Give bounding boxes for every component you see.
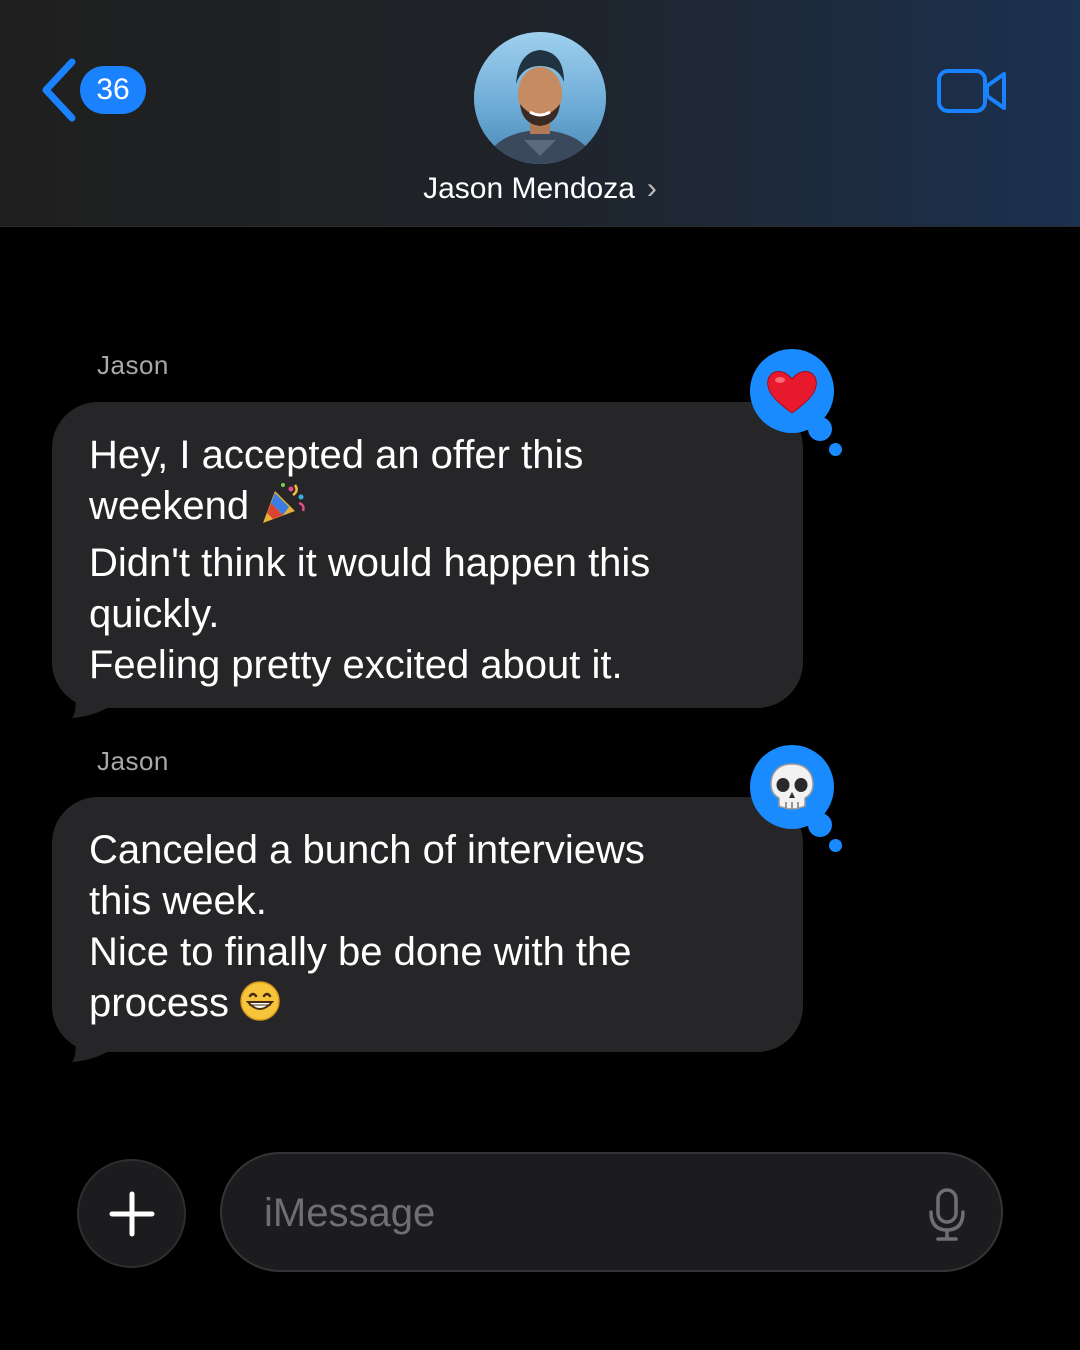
reaction-bubble — [750, 349, 834, 433]
add-attachment-button[interactable] — [77, 1159, 186, 1268]
reaction-tail-dot — [829, 839, 842, 852]
video-camera-icon — [937, 69, 1006, 113]
message-text-line: Nice to finally be done with the — [89, 930, 632, 974]
message-text-line: this week. — [89, 879, 267, 923]
sender-label: Jason — [97, 350, 169, 380]
contact-name-button[interactable]: Jason Mendoza › — [0, 172, 1080, 206]
heart-icon — [767, 371, 817, 414]
plus-icon — [109, 1191, 154, 1236]
sender-label: Jason — [97, 746, 169, 776]
skull-icon — [770, 763, 814, 810]
tapback-reaction-skull[interactable] — [750, 745, 842, 855]
message-composer[interactable] — [220, 1152, 1003, 1272]
tapback-reaction-heart[interactable] — [750, 349, 842, 459]
message-text-line: Canceled a bunch of interviews — [89, 828, 645, 872]
message-input[interactable] — [264, 1182, 884, 1244]
message-bubble[interactable]: Hey, I accepted an offer this weekend Di… — [52, 402, 803, 708]
chevron-right-icon: › — [646, 172, 657, 205]
reaction-tail-dot — [829, 443, 842, 456]
microphone-icon[interactable] — [927, 1188, 967, 1242]
back-button[interactable]: 36 — [38, 58, 158, 122]
message-text-line: Didn't think it would happen this — [89, 541, 651, 585]
message-text-line: weekend — [89, 484, 250, 528]
message-text-line: Feeling pretty excited about it. — [89, 643, 623, 687]
messages-screen: 36 Jason Mendoza › Jason Hey, I accepted… — [0, 0, 1080, 1350]
party-popper-icon — [259, 481, 307, 538]
reaction-bubble — [750, 745, 834, 829]
avatar-photo — [474, 32, 606, 164]
message-text-line: process — [89, 981, 230, 1025]
facetime-video-button[interactable] — [936, 66, 1008, 116]
unread-count-badge: 36 — [80, 66, 146, 114]
contact-avatar[interactable] — [474, 32, 606, 164]
conversation-header: 36 Jason Mendoza › — [0, 0, 1080, 227]
message-bubble[interactable]: Canceled a bunch of interviews this week… — [52, 797, 803, 1052]
contact-name: Jason Mendoza — [423, 172, 635, 205]
chevron-left-icon — [42, 58, 76, 122]
grinning-face-icon — [239, 980, 281, 1035]
message-text-line: Hey, I accepted an offer this — [89, 433, 584, 477]
message-text-line: quickly. — [89, 592, 220, 636]
